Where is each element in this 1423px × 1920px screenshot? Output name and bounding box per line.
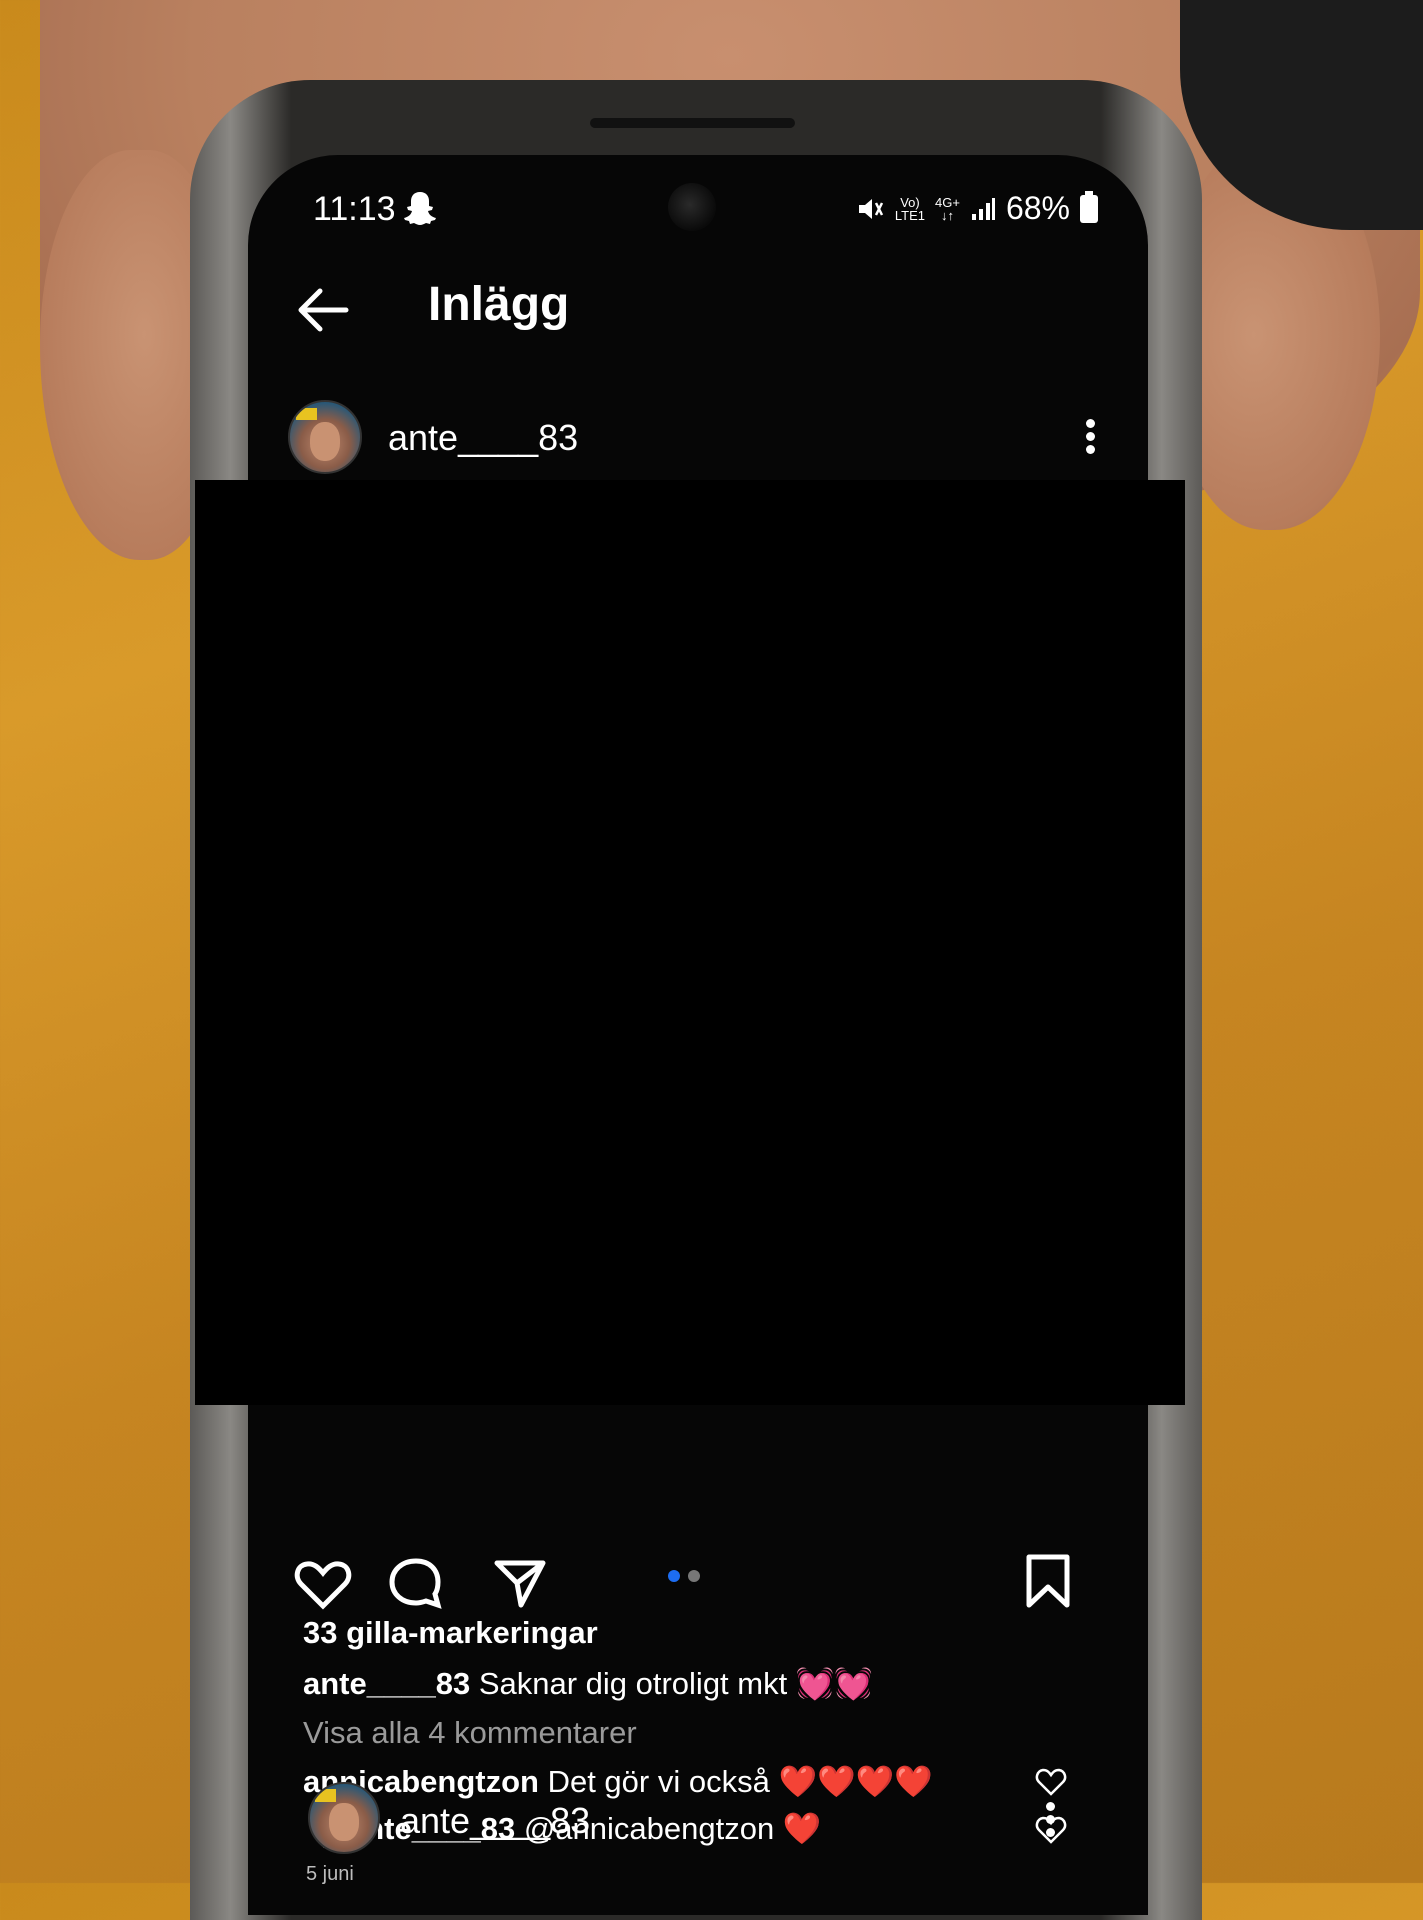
network-4g-indicator: 4G+ ↓↑ — [935, 194, 960, 223]
view-all-comments-link[interactable]: Visa alla 4 kommentarer — [303, 1715, 637, 1751]
mute-icon — [858, 198, 884, 219]
comment-text: Det gör vi också ❤️❤️❤️❤️ — [547, 1764, 933, 1799]
caption-text: Saknar dig otroligt mkt 💓💓 — [478, 1666, 874, 1701]
caption-username[interactable]: ante____83 — [303, 1666, 470, 1701]
snapchat-icon — [404, 192, 436, 225]
post-caption: ante____83 Saknar dig otroligt mkt 💓💓 — [303, 1665, 873, 1702]
back-arrow-icon[interactable] — [288, 275, 358, 345]
signal-icon — [971, 197, 995, 220]
battery-icon — [1080, 190, 1098, 223]
volte-indicator: Vo) LTE1 — [894, 194, 926, 223]
carousel-dot — [688, 1570, 700, 1582]
comment: annicabengtzon Det gör vi också ❤️❤️❤️❤️ — [303, 1763, 933, 1800]
carousel-indicator — [668, 1570, 700, 1582]
bookmark-save-icon[interactable] — [1023, 1553, 1073, 1609]
carousel-dot-active — [668, 1570, 680, 1582]
post-username[interactable]: ante____83 — [388, 417, 578, 459]
next-post-avatar[interactable] — [308, 1782, 380, 1854]
share-send-icon[interactable] — [493, 1557, 547, 1609]
phone-speaker — [590, 118, 795, 128]
page-title: Inlägg — [428, 278, 570, 331]
like-count[interactable]: 33 gilla-markeringar — [303, 1615, 598, 1651]
comment-like-heart-icon[interactable] — [1035, 1767, 1067, 1797]
battery-percent: 68% — [1005, 190, 1070, 226]
next-post-more-options-icon[interactable] — [1040, 1798, 1060, 1848]
status-icons: Vo) LTE1 4G+ ↓↑ 68% — [855, 190, 1098, 227]
comment-icon[interactable] — [388, 1557, 444, 1609]
like-heart-icon[interactable] — [293, 1560, 353, 1610]
avatar[interactable] — [288, 400, 362, 474]
redacted-image-block — [195, 480, 1185, 1405]
more-options-icon[interactable] — [1080, 415, 1100, 465]
next-post-username[interactable]: ante____83 — [400, 1800, 590, 1842]
status-time: 11:13 — [313, 190, 396, 228]
front-camera — [668, 183, 716, 231]
